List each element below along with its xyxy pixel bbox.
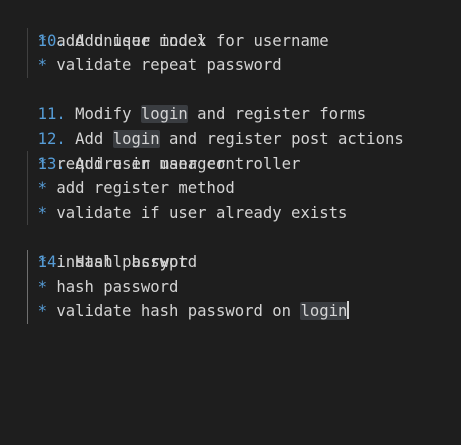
scrolled-line-remnant <box>64 0 284 3</box>
list-item-text: validate if user already exists <box>56 203 348 222</box>
word-highlight: login <box>300 302 348 321</box>
bullet: * <box>37 302 47 321</box>
list-item[interactable]: 10. Add user model <box>0 4 207 50</box>
list-item[interactable]: 13. Add user manager <box>0 127 226 173</box>
list-item[interactable]: 12. Add login and register post actions <box>0 102 404 148</box>
list-item-text: add unique index for username <box>56 31 329 50</box>
list-item-text: install bcrypt <box>56 253 188 271</box>
list-item-text: hash password <box>56 277 179 296</box>
list-item[interactable]: 14. Hash password <box>0 225 198 271</box>
sub-list-item[interactable]: * validate if user already exists <box>0 201 348 226</box>
bullet: * <box>37 31 47 50</box>
text-cursor <box>347 301 349 320</box>
sub-list-item[interactable]: * add unique index for username <box>0 29 329 54</box>
sub-list-item[interactable]: * validate repeat password <box>0 53 282 78</box>
sub-list-item[interactable]: * hash password <box>0 275 179 300</box>
sub-list-item[interactable]: * add register method <box>0 176 235 201</box>
sub-list-item[interactable]: * require in user controller <box>0 152 301 177</box>
list-item-text: validate repeat password <box>56 56 282 75</box>
list-item-text: add register method <box>56 179 235 198</box>
list-item[interactable]: 11. Modify login and register forms <box>0 78 366 124</box>
bullet: * <box>37 203 47 222</box>
list-item-text-before: validate hash password on <box>56 302 301 321</box>
sub-list-item[interactable]: * install bcrypt <box>0 250 188 275</box>
bullet: * <box>37 277 47 296</box>
bullet: * <box>37 253 47 271</box>
code-editor[interactable]: 10. Add user model * add unique index fo… <box>0 0 461 445</box>
list-item-text: require in user controller <box>56 154 301 173</box>
bullet: * <box>37 56 47 75</box>
sub-list-item[interactable]: * validate hash password on login <box>0 299 349 324</box>
bullet: * <box>37 154 47 173</box>
bullet: * <box>37 179 47 198</box>
